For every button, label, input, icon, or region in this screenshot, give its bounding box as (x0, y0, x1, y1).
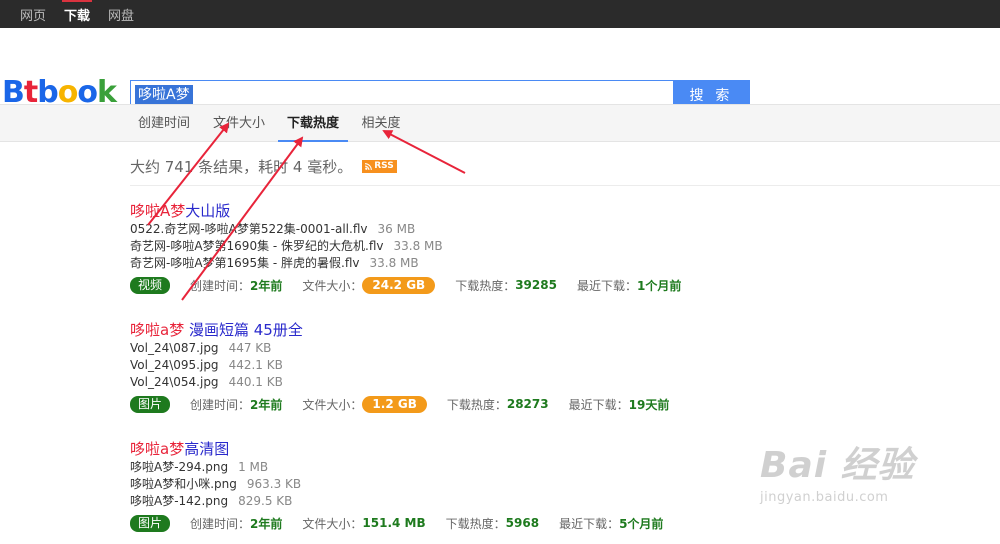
nav-download[interactable]: 下载 (62, 0, 93, 24)
heat-value: 5968 (505, 516, 540, 530)
tab-relevance[interactable]: 相关度 (354, 105, 408, 142)
category-badge[interactable]: 图片 (130, 395, 171, 413)
result-item: 哆啦a梦高清图 哆啦A梦-294.png 1 MB 哆啦A梦和小咪.png 963.… (130, 439, 850, 532)
file-entry: 奇艺网-哆啦A梦第1695集 - 胖虎的暑假.flv 33.8 MB (130, 256, 419, 270)
file-entry: Vol_24\087.jpg 447 KB (130, 341, 272, 355)
size-value: 151.4 MB (362, 516, 426, 530)
nav-netdisk[interactable]: 网盘 (108, 5, 134, 24)
category-badge[interactable]: 视频 (130, 276, 171, 294)
result-title[interactable]: 哆啦a梦 漫画短篇 45册全 (130, 320, 850, 340)
created-value: 2年前 (250, 516, 283, 531)
tab-download-heat[interactable]: 下载热度 (278, 105, 348, 142)
baidu-jingyan-watermark: Bai 经验 jingyan.baidu.com (760, 445, 915, 505)
stats-text: 大约 741 条结果，耗时 4 毫秒。 (130, 158, 353, 176)
file-entry: 哆啦A梦和小咪.png 963.3 KB (130, 477, 302, 491)
result-meta: 视频 创建时间： 2年前 文件大小： 24.2 GB 下载热度： 39285 最近下载… (130, 276, 850, 294)
tab-created-time[interactable]: 创建时间 (130, 105, 198, 142)
heat-value: 28273 (506, 397, 549, 411)
top-nav: 网页 下载 网盘 (0, 0, 1000, 28)
result-item: 哆啦a梦 漫画短篇 45册全 Vol_24\087.jpg 447 KB Vol_… (130, 320, 850, 413)
created-value: 2年前 (250, 278, 283, 293)
size-pill: 1.2 GB (362, 395, 427, 413)
recent-value: 1个月前 (636, 278, 682, 293)
rss-button[interactable]: RSS (362, 160, 397, 173)
rss-icon (365, 163, 373, 170)
recent-value: 5个月前 (619, 516, 664, 531)
tab-file-size[interactable]: 文件大小 (206, 105, 272, 142)
sort-tabs: 创建时间 文件大小 下载热度 相关度 (0, 104, 1000, 142)
search-query: 哆啦A梦 (135, 85, 193, 105)
header: Btbook 哆啦A梦 搜 索 (0, 28, 1000, 110)
nav-web[interactable]: 网页 (20, 5, 46, 24)
file-entry: Vol_24\095.jpg 442.1 KB (130, 358, 283, 372)
size-pill: 24.2 GB (362, 276, 436, 294)
file-entry: 哆啦A梦-142.png 829.5 KB (130, 494, 293, 508)
divider (130, 185, 1000, 186)
created-value: 2年前 (250, 397, 283, 412)
recent-value: 19天前 (628, 397, 670, 412)
result-meta: 图片 创建时间： 2年前 文件大小： 151.4 MB 下载热度： 5968 最近下载… (130, 514, 850, 532)
result-title[interactable]: 哆啦a梦高清图 (130, 439, 850, 459)
file-entry: 奇艺网-哆啦A梦第1690集 - 侏罗纪的大危机.flv 33.8 MB (130, 239, 443, 253)
file-entry: Vol_24\054.jpg 440.1 KB (130, 375, 283, 389)
category-badge[interactable]: 图片 (130, 514, 171, 532)
result-stats: 大约 741 条结果，耗时 4 毫秒。 RSS (130, 156, 397, 177)
result-meta: 图片 创建时间： 2年前 文件大小： 1.2 GB 下载热度： 28273 最近下载：… (130, 395, 850, 413)
result-item: 哆啦A梦大山版 0522.奇艺网-哆啦A梦第522集-0001-all.flv 3… (130, 201, 850, 294)
file-entry: 0522.奇艺网-哆啦A梦第522集-0001-all.flv 36 MB (130, 222, 416, 236)
heat-value: 39285 (515, 278, 557, 292)
file-entry: 哆啦A梦-294.png 1 MB (130, 460, 269, 474)
result-title[interactable]: 哆啦A梦大山版 (130, 201, 850, 221)
